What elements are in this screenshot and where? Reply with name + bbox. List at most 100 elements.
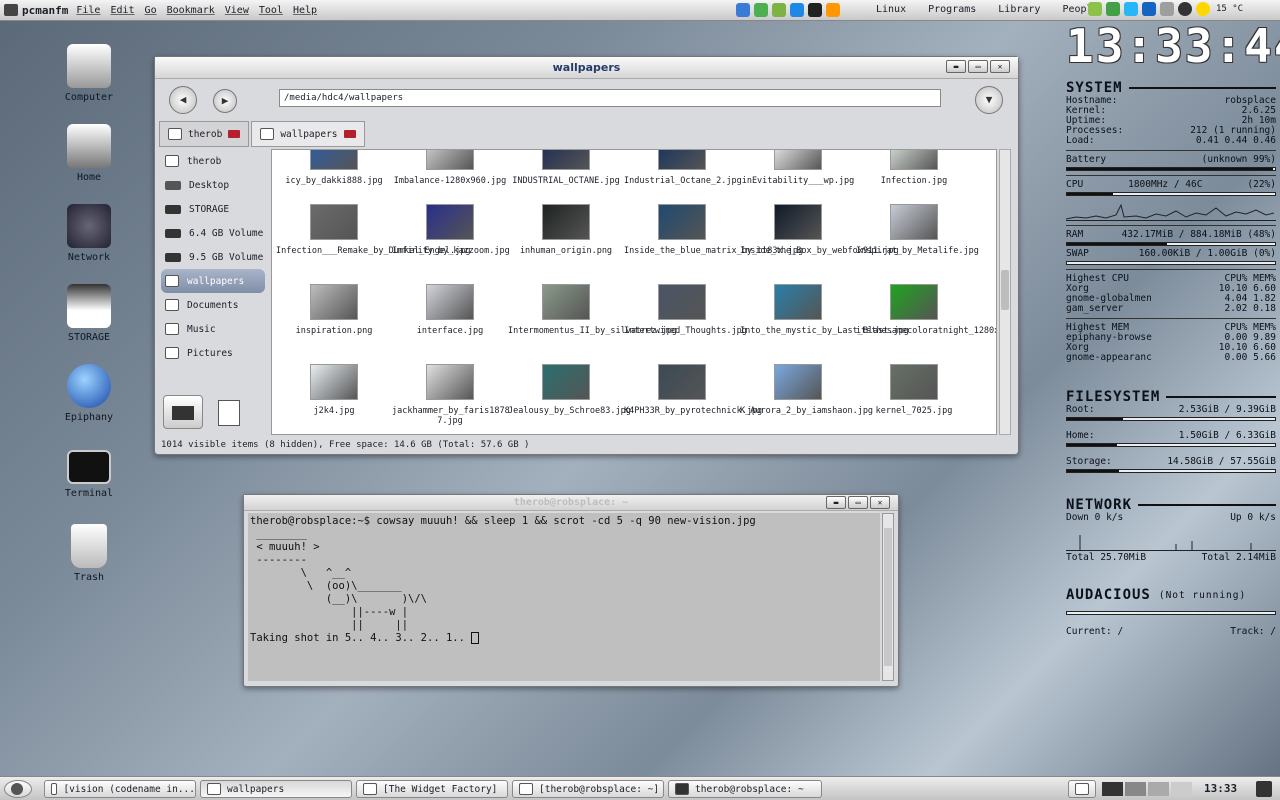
app-icon[interactable] <box>4 4 18 16</box>
menu-bookmark[interactable]: Bookmark <box>167 5 215 16</box>
task-terminal-2[interactable]: therob@robsplace: ~ <box>668 780 822 798</box>
tab-wallpapers[interactable]: wallpapers <box>251 121 365 147</box>
file-item[interactable]: kernel_7025.jpg <box>856 364 972 416</box>
file-item[interactable]: Inspirat_by_Metalife.jpg <box>856 204 979 256</box>
browser-launcher-icon[interactable] <box>736 3 750 17</box>
close-tab-icon[interactable] <box>343 130 356 138</box>
tab-therob[interactable]: therob <box>159 121 250 147</box>
file-item[interactable]: Industrial_Octane_2.jpg <box>624 150 742 186</box>
network-launcher-icon[interactable] <box>790 3 804 17</box>
file-item[interactable]: K_Aurora_2_by_iamshaon.jpg <box>740 364 873 416</box>
terminal-titlebar[interactable]: therob@robsplace: ~ ▬ ▭ ✕ <box>244 495 898 511</box>
file-item[interactable]: Infection.jpg <box>856 150 972 186</box>
chat-launcher-icon[interactable] <box>772 3 786 17</box>
sidebar-item-wallpapers[interactable]: wallpapers <box>161 269 265 293</box>
task-widget-factory[interactable]: [The Widget Factory] <box>356 780 508 798</box>
menu-file[interactable]: File <box>76 5 100 16</box>
mail-launcher-icon[interactable] <box>754 3 768 17</box>
file-item[interactable]: jackhammer_by_faris1878 7.jpg <box>392 364 510 426</box>
terminal-launcher-icon[interactable] <box>808 3 822 17</box>
desktop-icon-storage[interactable]: STORAGE <box>52 284 126 343</box>
file-item[interactable]: Jealousy_by_Schroe83.jpg <box>508 364 631 416</box>
desktop-icon-trash[interactable]: Trash <box>52 524 126 583</box>
sidebar-item-documents[interactable]: Documents <box>161 293 265 317</box>
close-button[interactable]: ✕ <box>990 60 1010 73</box>
file-item[interactable]: Infection___Remake_by_Dunkel_Engel.jpg <box>276 204 470 256</box>
shield-icon[interactable] <box>1178 2 1192 16</box>
update-icon[interactable] <box>1088 2 1102 16</box>
forward-button[interactable]: ▶ <box>213 89 237 113</box>
sidebar-item-volume-9-5[interactable]: 9.5 GB Volume <box>161 245 265 269</box>
start-button[interactable] <box>4 780 32 798</box>
panel-clock[interactable]: 13:33 <box>1204 782 1237 795</box>
file-item[interactable]: inhuman_origin.png <box>508 204 624 256</box>
file-item[interactable]: icy_by_dakki888.jpg <box>276 150 392 186</box>
network-status-icon[interactable] <box>1106 2 1120 16</box>
show-desktop-button[interactable] <box>1068 780 1096 798</box>
sidebar-item-volume-6-4[interactable]: 6.4 GB Volume <box>161 221 265 245</box>
task-vision[interactable]: [vision (codename in... <box>44 780 196 798</box>
display-icon[interactable] <box>1124 2 1138 16</box>
maximize-button[interactable]: ▭ <box>968 60 988 73</box>
menu-tool[interactable]: Tool <box>259 5 283 16</box>
scrollbar-thumb[interactable] <box>1001 270 1009 310</box>
menu-programs[interactable]: Programs <box>928 4 976 15</box>
menu-linux[interactable]: Linux <box>876 4 906 15</box>
desktop-icon-computer[interactable]: Computer <box>52 44 126 103</box>
file-item[interactable]: inspiration.png <box>276 284 392 336</box>
task-wallpapers[interactable]: wallpapers <box>200 780 352 798</box>
file-item[interactable]: Into_the_mystic_by_Last_Blast.jpg <box>740 284 909 336</box>
file-item[interactable]: Inside_the_Box_by_webfox911.jpg <box>740 204 899 256</box>
file-item[interactable]: Infinity_by_kazzoom.jpg <box>392 204 510 256</box>
bookmarks-view-button[interactable] <box>209 395 249 429</box>
sidebar-item-desktop[interactable]: Desktop <box>161 173 265 197</box>
file-item[interactable]: inEvitability___wp.jpg <box>740 150 856 186</box>
go-button[interactable]: ▼ <box>975 86 1003 114</box>
menu-go[interactable]: Go <box>145 5 157 16</box>
close-button[interactable]: ✕ <box>870 496 890 509</box>
terminal-scrollbar[interactable] <box>882 513 894 681</box>
desktop-icon-terminal[interactable]: Terminal <box>52 444 126 499</box>
menu-view[interactable]: View <box>225 5 249 16</box>
address-bar[interactable]: /media/hdc4/wallpapers <box>279 89 941 107</box>
bluetooth-icon[interactable] <box>1142 2 1156 16</box>
file-item[interactable]: INDUSTRIAL_OCTANE.jpg <box>508 150 624 186</box>
file-item[interactable]: j2k4.jpg <box>276 364 392 416</box>
workspace-1[interactable] <box>1102 782 1123 796</box>
menu-help[interactable]: Help <box>293 5 317 16</box>
scrollbar-thumb[interactable] <box>884 528 892 666</box>
workspace-4[interactable] <box>1171 782 1192 796</box>
workspace-3[interactable] <box>1148 782 1169 796</box>
file-item[interactable]: Inside_the_blue_matrix_by_tt83x.jpg <box>624 204 803 256</box>
back-button[interactable]: ◀ <box>169 86 197 114</box>
devices-view-button[interactable] <box>163 395 203 429</box>
file-item[interactable]: K4PH33R_by_pyrotechnick.jpg <box>624 364 762 416</box>
terminal-output[interactable]: therob@robsplace:~$ cowsay muuuh! && sle… <box>248 513 880 681</box>
task-terminal-1[interactable]: [therob@robsplace: ~] <box>512 780 664 798</box>
menu-library[interactable]: Library <box>998 4 1040 15</box>
close-tab-icon[interactable] <box>228 130 241 138</box>
fm-scrollbar[interactable] <box>999 149 1011 435</box>
minimize-button[interactable]: ▬ <box>826 496 846 509</box>
desktop-icon-network[interactable]: Network <box>52 204 126 263</box>
desktop-icon-home[interactable]: Home <box>52 124 126 183</box>
desktop-icon-epiphany[interactable]: Epiphany <box>52 364 126 423</box>
editor-launcher-icon[interactable] <box>826 3 840 17</box>
file-item[interactable]: Intermomentus_II_by_silvatrez.jpg <box>508 284 677 336</box>
menu-edit[interactable]: Edit <box>110 5 134 16</box>
sidebar-item-therob[interactable]: therob <box>161 149 265 173</box>
file-item[interactable]: Imbalance-1280x960.jpg <box>392 150 508 186</box>
fm-titlebar[interactable]: wallpapers ▬ ▭ ✕ <box>155 57 1018 79</box>
sidebar-item-storage[interactable]: STORAGE <box>161 197 265 221</box>
file-item[interactable]: itsthesamecoloratnight_1280x800.jpg <box>856 284 996 336</box>
maximize-button[interactable]: ▭ <box>848 496 868 509</box>
sidebar-item-pictures[interactable]: Pictures <box>161 341 265 365</box>
sidebar-item-music[interactable]: Music <box>161 317 265 341</box>
workspace-switcher[interactable] <box>1102 782 1192 796</box>
logout-icon[interactable] <box>1256 781 1272 797</box>
file-item[interactable]: Intertwined_Thoughts.jpg <box>624 284 747 336</box>
minimize-button[interactable]: ▬ <box>946 60 966 73</box>
file-item[interactable]: interface.jpg <box>392 284 508 336</box>
volume-icon[interactable] <box>1160 2 1174 16</box>
workspace-2[interactable] <box>1125 782 1146 796</box>
